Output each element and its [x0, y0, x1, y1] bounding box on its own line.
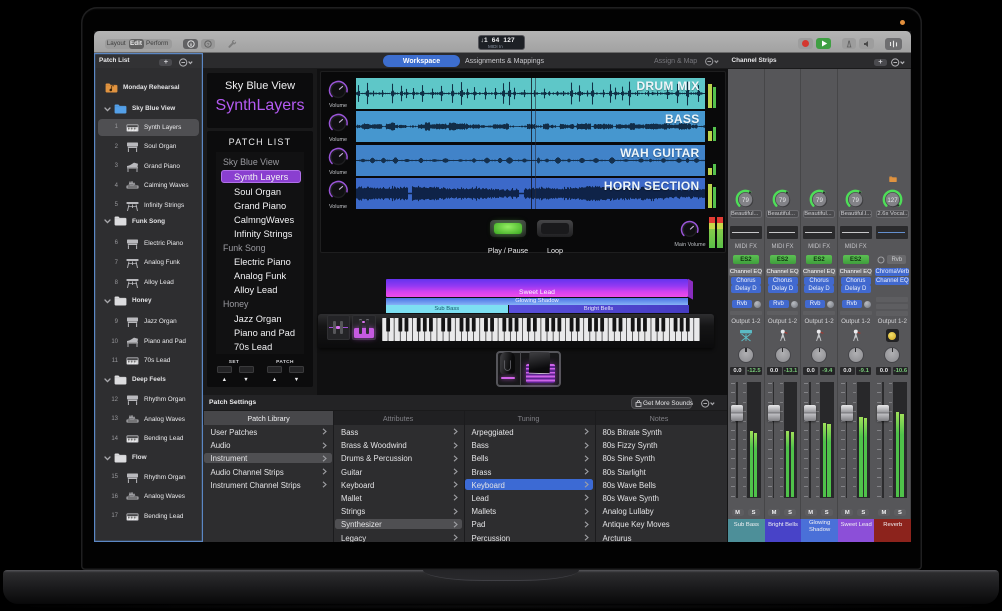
svg-text:79: 79	[816, 197, 823, 204]
svg-text:79: 79	[779, 197, 786, 204]
svg-text:79: 79	[852, 197, 859, 204]
svg-text:?: ?	[207, 42, 210, 47]
svg-text:127: 127	[887, 197, 898, 204]
svg-text:79: 79	[742, 197, 749, 204]
